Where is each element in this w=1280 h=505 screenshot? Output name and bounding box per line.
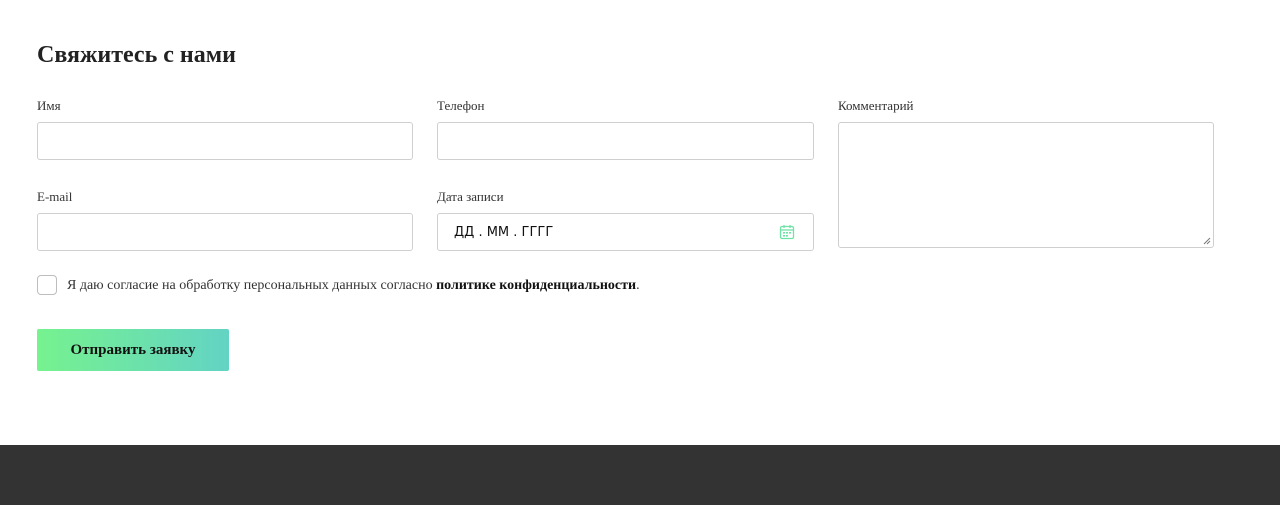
name-label: Имя xyxy=(37,98,61,113)
consent-checkbox[interactable] xyxy=(37,275,57,295)
name-input[interactable] xyxy=(37,122,413,160)
email-label: E-mail xyxy=(37,189,73,204)
resize-handle-icon[interactable] xyxy=(1203,237,1211,245)
phone-label: Телефон xyxy=(437,98,485,113)
comment-label: Комментарий xyxy=(838,98,914,113)
date-label: Дата записи xyxy=(437,189,504,204)
date-input[interactable]: ДД . ММ . ГГГГ xyxy=(437,213,814,251)
comment-textarea[interactable] xyxy=(838,122,1214,248)
privacy-policy-link[interactable]: политике конфиденциальности xyxy=(436,278,636,293)
consent-text-after: . xyxy=(636,278,640,293)
date-placeholder: ДД . ММ . ГГГГ xyxy=(454,224,554,240)
email-input[interactable] xyxy=(37,213,413,251)
footer xyxy=(0,445,1280,505)
page-title: Свяжитесь с нами xyxy=(37,42,236,68)
submit-button[interactable]: Отправить заявку xyxy=(37,329,229,371)
calendar-icon[interactable] xyxy=(779,224,795,240)
phone-input[interactable] xyxy=(437,122,814,160)
consent-text-before: Я даю согласие на обработку персональных… xyxy=(67,278,437,293)
consent-text: Я даю согласие на обработку персональных… xyxy=(67,277,640,294)
